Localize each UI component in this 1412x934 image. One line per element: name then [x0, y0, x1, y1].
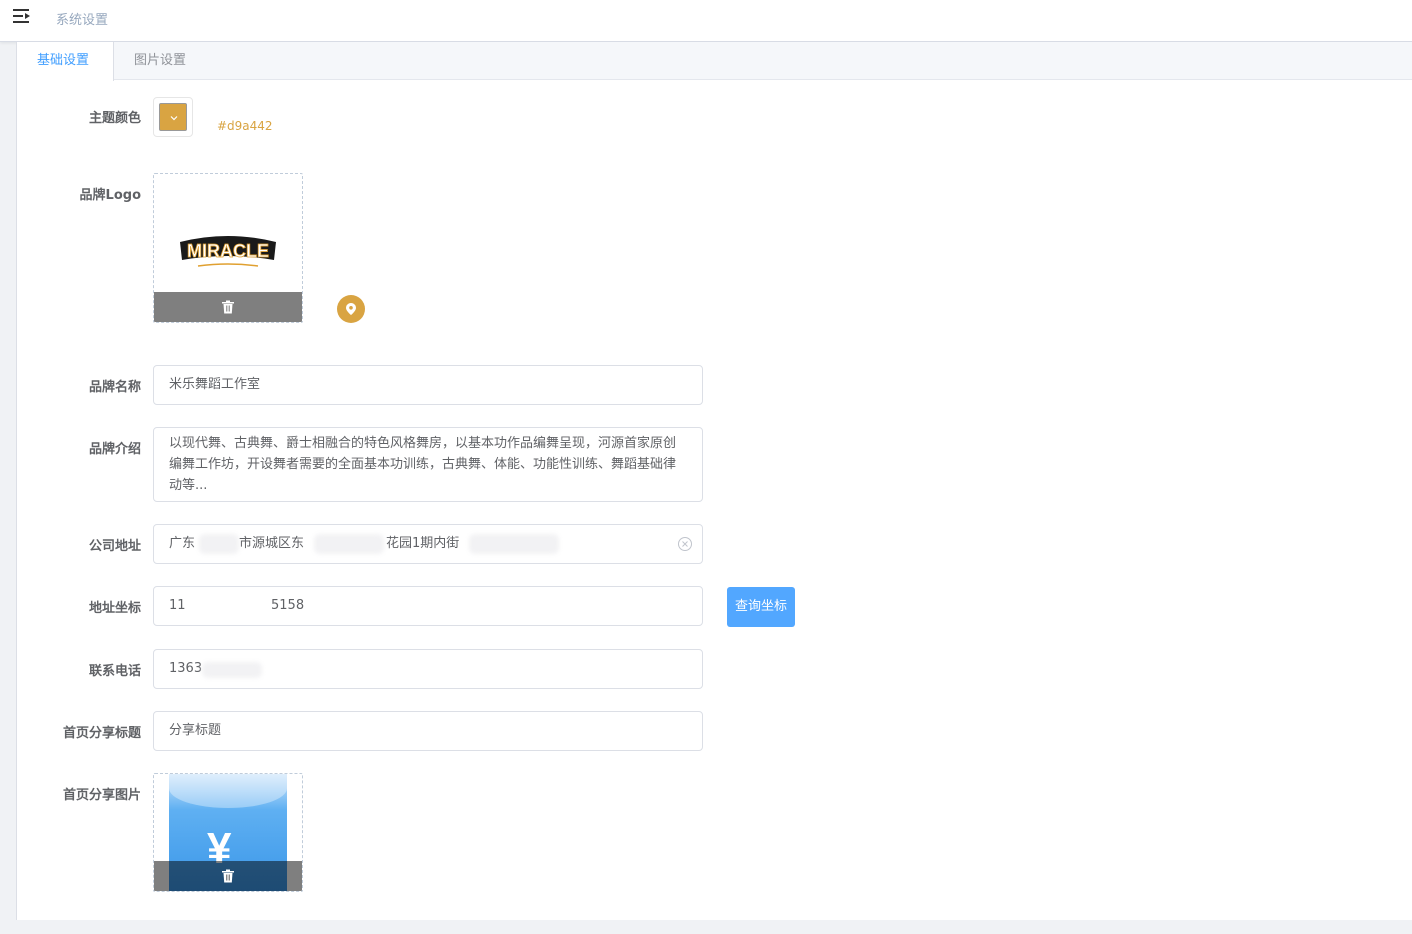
coords-input[interactable]: 11 5158: [153, 586, 703, 626]
share-title-label: 首页分享标题: [62, 726, 141, 741]
redacted-region: [199, 534, 239, 554]
menu-fold-icon[interactable]: [13, 8, 31, 24]
trash-icon[interactable]: [221, 300, 235, 314]
location-pin-icon: [346, 303, 356, 315]
redacted-region: [314, 534, 384, 554]
breadcrumb: 系统设置: [56, 13, 109, 28]
coords-part-2: 5158: [271, 598, 305, 613]
trash-icon[interactable]: [221, 869, 235, 883]
tab-image-settings[interactable]: 图片设置: [114, 42, 206, 80]
address-part-3: 花园1期内街: [386, 536, 460, 551]
chevron-down-icon: [170, 116, 178, 121]
brand-intro-label: 品牌介绍: [88, 442, 141, 457]
phone-value: 1363: [169, 661, 203, 676]
tab-bar: 基础设置 图片设置: [17, 42, 1412, 81]
brand-name-input[interactable]: 米乐舞蹈工作室: [153, 365, 703, 405]
location-button[interactable]: [337, 295, 365, 323]
coords-part-1: 11: [169, 598, 186, 613]
redacted-region: [189, 596, 269, 616]
theme-color-value: #d9a442: [217, 119, 273, 133]
share-image-upload[interactable]: ¥: [153, 773, 303, 892]
address-input[interactable]: 广东 市源城区东 花园1期内街: [153, 524, 703, 564]
phone-label: 联系电话: [88, 664, 141, 679]
phone-input[interactable]: 1363: [153, 649, 703, 689]
logo-text: MIRACLE: [187, 241, 269, 261]
address-part-2: 市源城区东: [239, 536, 305, 551]
brand-logo-image: MIRACLE: [180, 236, 276, 267]
share-title-input[interactable]: 分享标题: [153, 711, 703, 751]
top-navbar: 系统设置: [0, 0, 1412, 42]
tab-basic-settings[interactable]: 基础设置: [17, 42, 114, 81]
color-swatch: [159, 103, 187, 131]
upload-action-bar: [154, 292, 302, 322]
query-coords-button[interactable]: 查询坐标: [727, 587, 795, 627]
brand-name-label: 品牌名称: [88, 380, 141, 395]
theme-color-label: 主题颜色: [88, 111, 141, 126]
address-part-1: 广东: [169, 536, 196, 551]
redacted-region: [202, 662, 262, 678]
brand-logo-upload[interactable]: MIRACLE: [153, 173, 303, 323]
share-image-label: 首页分享图片: [62, 788, 141, 803]
brand-intro-textarea[interactable]: 以现代舞、古典舞、爵士相融合的特色风格舞房，以基本功作品编舞呈现，河源首家原创编…: [153, 427, 703, 502]
coords-label: 地址坐标: [88, 601, 141, 616]
theme-color-picker[interactable]: [153, 97, 193, 137]
address-label: 公司地址: [88, 539, 141, 554]
brand-logo-label: 品牌Logo: [79, 188, 141, 203]
clear-icon[interactable]: [678, 537, 692, 551]
redacted-region: [469, 534, 559, 554]
settings-card: 基础设置 图片设置 主题颜色 #d9a442 品牌Logo MIRACLE 品牌…: [16, 42, 1412, 920]
upload-action-bar: [154, 861, 302, 891]
